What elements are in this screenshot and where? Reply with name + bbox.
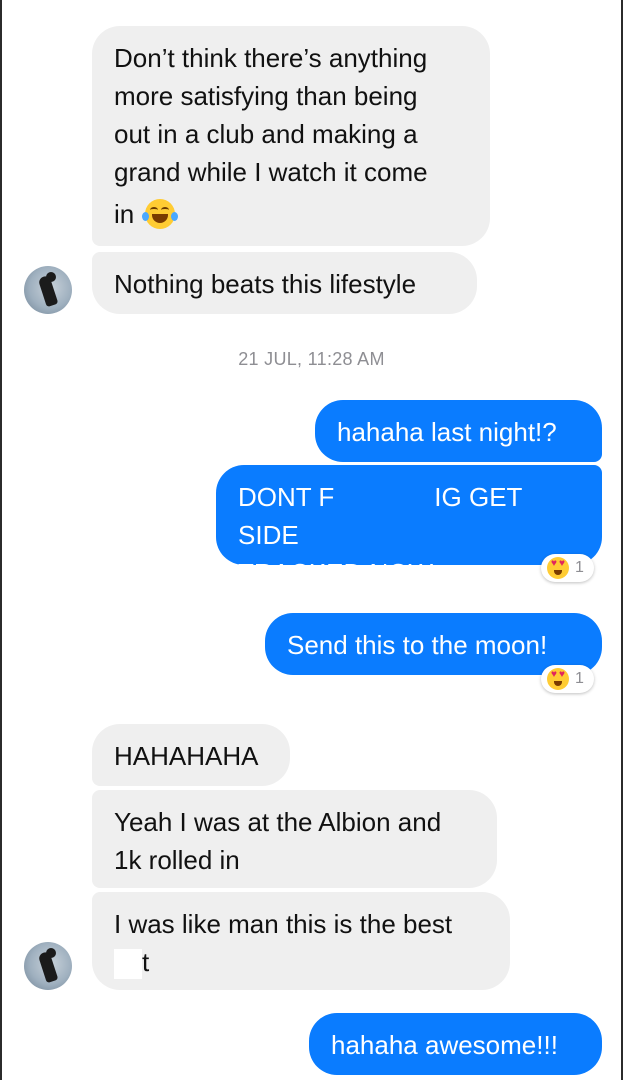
message-line: 1k rolled in [114, 845, 240, 875]
avatar-figure [37, 274, 59, 308]
message-line: t [114, 943, 488, 981]
smiling-face-with-heart-eyes-icon [547, 668, 569, 690]
screenshot-border-left [0, 0, 2, 1080]
message-text: hahaha awesome!!! [331, 1030, 558, 1060]
message-line: TRACKED NOW [238, 558, 433, 588]
message-line: Yeah I was at the Albion and [114, 807, 442, 837]
message-line: out in a club and making a [114, 119, 418, 149]
message-text: Send this to the moon! [287, 630, 548, 660]
message-line: grand while I watch it come [114, 157, 428, 187]
incoming-message-bubble[interactable]: HAHAHAHA [92, 724, 290, 786]
redacted-text [114, 949, 142, 980]
contact-avatar[interactable] [24, 942, 72, 990]
message-line: Don’t think there’s anything [114, 43, 428, 73]
avatar-figure [37, 950, 59, 984]
reaction-count: 1 [575, 559, 584, 576]
message-line: DONT F IG GET SIDE [238, 478, 580, 554]
smiling-face-with-heart-eyes-icon [547, 557, 569, 579]
message-line: more satisfying than being [114, 81, 418, 111]
redacted-text [334, 484, 435, 515]
incoming-message-bubble[interactable]: Don’t think there’s anything more satisf… [92, 26, 490, 246]
reaction-count: 1 [575, 670, 584, 687]
incoming-message-bubble[interactable]: Yeah I was at the Albion and 1k rolled i… [92, 790, 497, 888]
face-with-tears-of-joy-icon [142, 199, 179, 229]
message-text: Nothing beats this lifestyle [114, 269, 417, 299]
message-text: t [142, 947, 150, 977]
message-reaction[interactable]: 1 [541, 554, 594, 582]
message-timestamp: 21 JUL, 11:28 AM [238, 349, 385, 369]
message-text: DONT F [238, 482, 335, 512]
outgoing-message-bubble[interactable]: DONT F IG GET SIDE TRACKED NOW [216, 465, 602, 588]
message-reaction[interactable]: 1 [541, 665, 594, 693]
message-text: HAHAHAHA [114, 741, 259, 771]
incoming-message-bubble[interactable]: Nothing beats this lifestyle [92, 252, 477, 314]
message-line: in [114, 195, 468, 233]
contact-avatar[interactable] [24, 266, 72, 314]
outgoing-message-bubble[interactable]: hahaha last night!? [315, 400, 602, 462]
outgoing-message-bubble[interactable]: hahaha awesome!!! [309, 1013, 602, 1075]
message-text: in [114, 199, 135, 229]
message-text: hahaha last night!? [337, 417, 557, 447]
incoming-message-bubble[interactable]: I was like man this is the best t [92, 892, 510, 990]
message-line: I was like man this is the best [114, 909, 453, 939]
